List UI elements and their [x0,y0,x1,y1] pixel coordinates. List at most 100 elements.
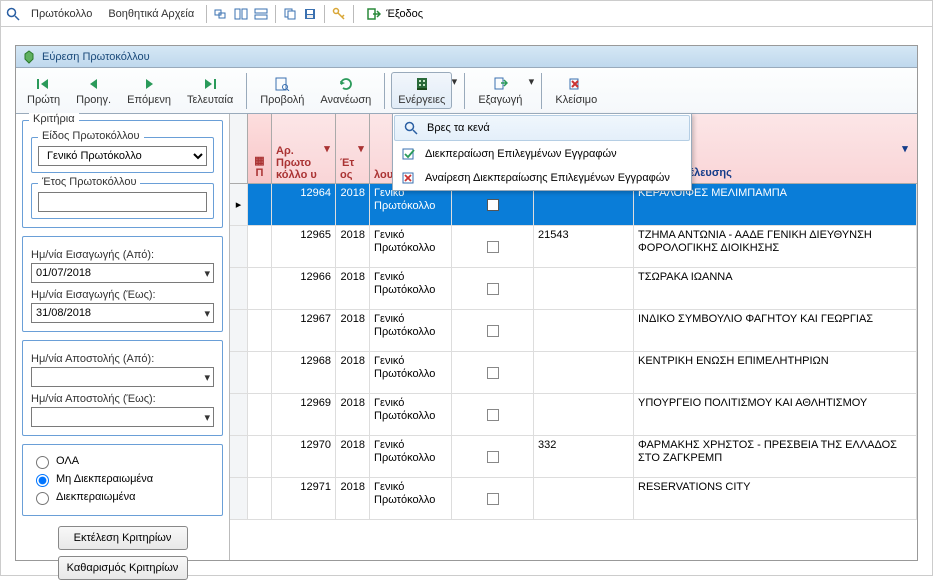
cell-col5 [534,394,634,435]
criteria-panel: Κριτήρια Είδος Πρωτοκόλλου Γενικό Πρωτόκ… [16,114,230,560]
close-button[interactable]: Κλείσιμο [548,72,604,109]
cell-processed[interactable] [452,268,534,309]
row-indicator [230,478,248,519]
row-indicator [230,310,248,351]
cell-processed[interactable] [452,226,534,267]
cell-kind: Γενικό Πρωτόκολλο [370,352,452,393]
menu-aux-files[interactable]: Βοηθητικά Αρχεία [102,6,200,22]
actions-button[interactable]: Ενέργειες [391,72,452,109]
cell-year: 2018 [336,436,370,477]
cell-processed[interactable] [452,436,534,477]
refresh-icon [337,75,355,93]
view-button[interactable]: Προβολή [253,72,311,109]
last-button[interactable]: Τελευταία [180,72,240,109]
menu-undo-process-selected[interactable]: Αναίρεση Διεκπεραίωσης Επιλεγμένων Εγγρα… [393,166,691,190]
cell-processed[interactable] [452,352,534,393]
search-icon [403,120,419,136]
undo-process-icon [401,170,417,186]
cell-selector [248,268,272,309]
separator [206,5,207,23]
row-selector-icon[interactable]: ▦ [254,154,264,167]
cell-kind: Γενικό Πρωτόκολλο [370,436,452,477]
run-criteria-button[interactable]: Εκτέλεση Κριτηρίων [58,526,188,550]
col-year-label[interactable]: Έτ ος [340,157,365,181]
exit-button[interactable]: Έξοδος [360,4,429,24]
next-button[interactable]: Επόμενη [120,72,178,109]
key-icon[interactable] [331,6,347,22]
search-icon [5,6,21,22]
row-indicator [230,394,248,435]
cell-ar: 12964 [272,184,336,225]
separator [353,5,354,23]
next-icon [140,75,158,93]
cell-processed[interactable] [452,478,534,519]
separator [246,73,247,109]
table-row[interactable]: 129652018Γενικό Πρωτόκολλο21543ΤΖΗΜΑ ΑΝΤ… [230,226,917,268]
cell-year: 2018 [336,310,370,351]
layout-icon-3[interactable] [253,6,269,22]
year-input[interactable] [38,192,207,212]
cell-selector [248,352,272,393]
date-in-from-input[interactable] [31,263,214,283]
cell-analysis: ΙΝΔΙΚΟ ΣΥΜΒΟΥΛΙΟ ΦΑΓΗΤΟΥ ΚΑΙ ΓΕΩΡΓΙΑΣ [634,310,917,351]
cell-analysis: ΤΖΗΜΑ ΑΝΤΩΝΙΑ - ΑΑΔΕ ΓΕΝΙΚΗ ΔΙΕΥΘΥΝΣΗ ΦΟ… [634,226,917,267]
cell-ar: 12970 [272,436,336,477]
menubar: Πρωτόκολλο Βοηθητικά Αρχεία Έξοδος [1,1,932,27]
table-row[interactable]: 129672018Γενικό ΠρωτόκολλοΙΝΔΙΚΟ ΣΥΜΒΟΥΛ… [230,310,917,352]
grid-body[interactable]: ▸129642018Γενικό ΠρωτόκολλοΚΕΡΑΛΟΙΦΕΣ ΜΕ… [230,184,917,560]
prev-button[interactable]: Προηγ. [69,72,118,109]
menu-process-selected-label: Διεκπεραίωση Επιλεγμένων Εγγραφών [425,148,617,160]
cell-kind: Γενικό Πρωτόκολλο [370,268,452,309]
table-row[interactable]: 129692018Γενικό ΠρωτόκολλοΥΠΟΥΡΓΕΙΟ ΠΟΛΙ… [230,394,917,436]
table-row[interactable]: 129682018Γενικό ΠρωτόκολλοΚΕΝΤΡΙΚΗ ΕΝΩΣΗ… [230,352,917,394]
table-row[interactable]: 129702018Γενικό Πρωτόκολλο332ΦΑΡΜΑΚΗΣ ΧΡ… [230,436,917,478]
cell-selector [248,226,272,267]
radio-not-processed[interactable]: Μη Διεκπεραιωμένα [31,471,214,487]
cell-analysis: RESERVATIONS CITY [634,478,917,519]
radio-all[interactable]: ΟΛΑ [31,453,214,469]
cell-ar: 12971 [272,478,336,519]
menu-find-gaps[interactable]: Βρες τα κενά [394,115,690,141]
table-row[interactable]: 129712018Γενικό ΠρωτόκολλοRESERVATIONS C… [230,478,917,520]
kind-select[interactable]: Γενικό Πρωτόκολλο [38,146,207,166]
cell-col5: 332 [534,436,634,477]
copy-icon[interactable] [282,6,298,22]
menu-process-selected[interactable]: Διεκπεραίωση Επιλεγμένων Εγγραφών [393,142,691,166]
refresh-button[interactable]: Ανανέωση [313,72,378,109]
toolbar: Πρώτη Προηγ. Επόμενη Τελευταία Προβολή [16,68,917,114]
menu-protocol[interactable]: Πρωτόκολλο [25,6,98,22]
menu-undo-process-selected-label: Αναίρεση Διεκπεραίωσης Επιλεγμένων Εγγρα… [425,172,670,184]
cell-processed[interactable] [452,310,534,351]
row-indicator [230,226,248,267]
filter-icon[interactable]: ▾ [355,143,367,155]
layout-icon-2[interactable] [233,6,249,22]
row-indicator [230,352,248,393]
cell-col5 [534,352,634,393]
filter-icon[interactable]: ▾ [321,143,333,155]
cell-analysis: ΤΣΩΡΑΚΑ ΙΩΑΝΝΑ [634,268,917,309]
date-send-to-input[interactable] [31,407,214,427]
date-in-to-input[interactable] [31,303,214,323]
filter-icon[interactable]: ▾ [899,143,911,155]
date-send-from-input[interactable] [31,367,214,387]
first-button[interactable]: Πρώτη [20,72,67,109]
cell-selector [248,394,272,435]
row-indicator: ▸ [230,184,248,225]
cell-ar: 12966 [272,268,336,309]
cell-analysis: ΚΕΝΤΡΙΚΗ ΕΝΩΣΗ ΕΠΙΜΕΛΗΤΗΡΙΩΝ [634,352,917,393]
table-row[interactable]: 129662018Γενικό ΠρωτόκολλοΤΣΩΡΑΚΑ ΙΩΑΝΝΑ [230,268,917,310]
cell-col5 [534,478,634,519]
prev-icon [85,75,103,93]
cell-selector [248,478,272,519]
cell-year: 2018 [336,226,370,267]
date-send-from-label: Ημ/νία Αποστολής (Από): [31,353,214,365]
layout-icon-1[interactable] [213,6,229,22]
clear-criteria-button[interactable]: Καθαρισμός Κριτηρίων [58,556,188,580]
save-icon[interactable] [302,6,318,22]
cell-col5 [534,268,634,309]
export-button[interactable]: Εξαγωγή [471,72,529,109]
cell-kind: Γενικό Πρωτόκολλο [370,226,452,267]
process-icon [401,146,417,162]
cell-processed[interactable] [452,394,534,435]
radio-processed[interactable]: Διεκπεραιωμένα [31,489,214,505]
